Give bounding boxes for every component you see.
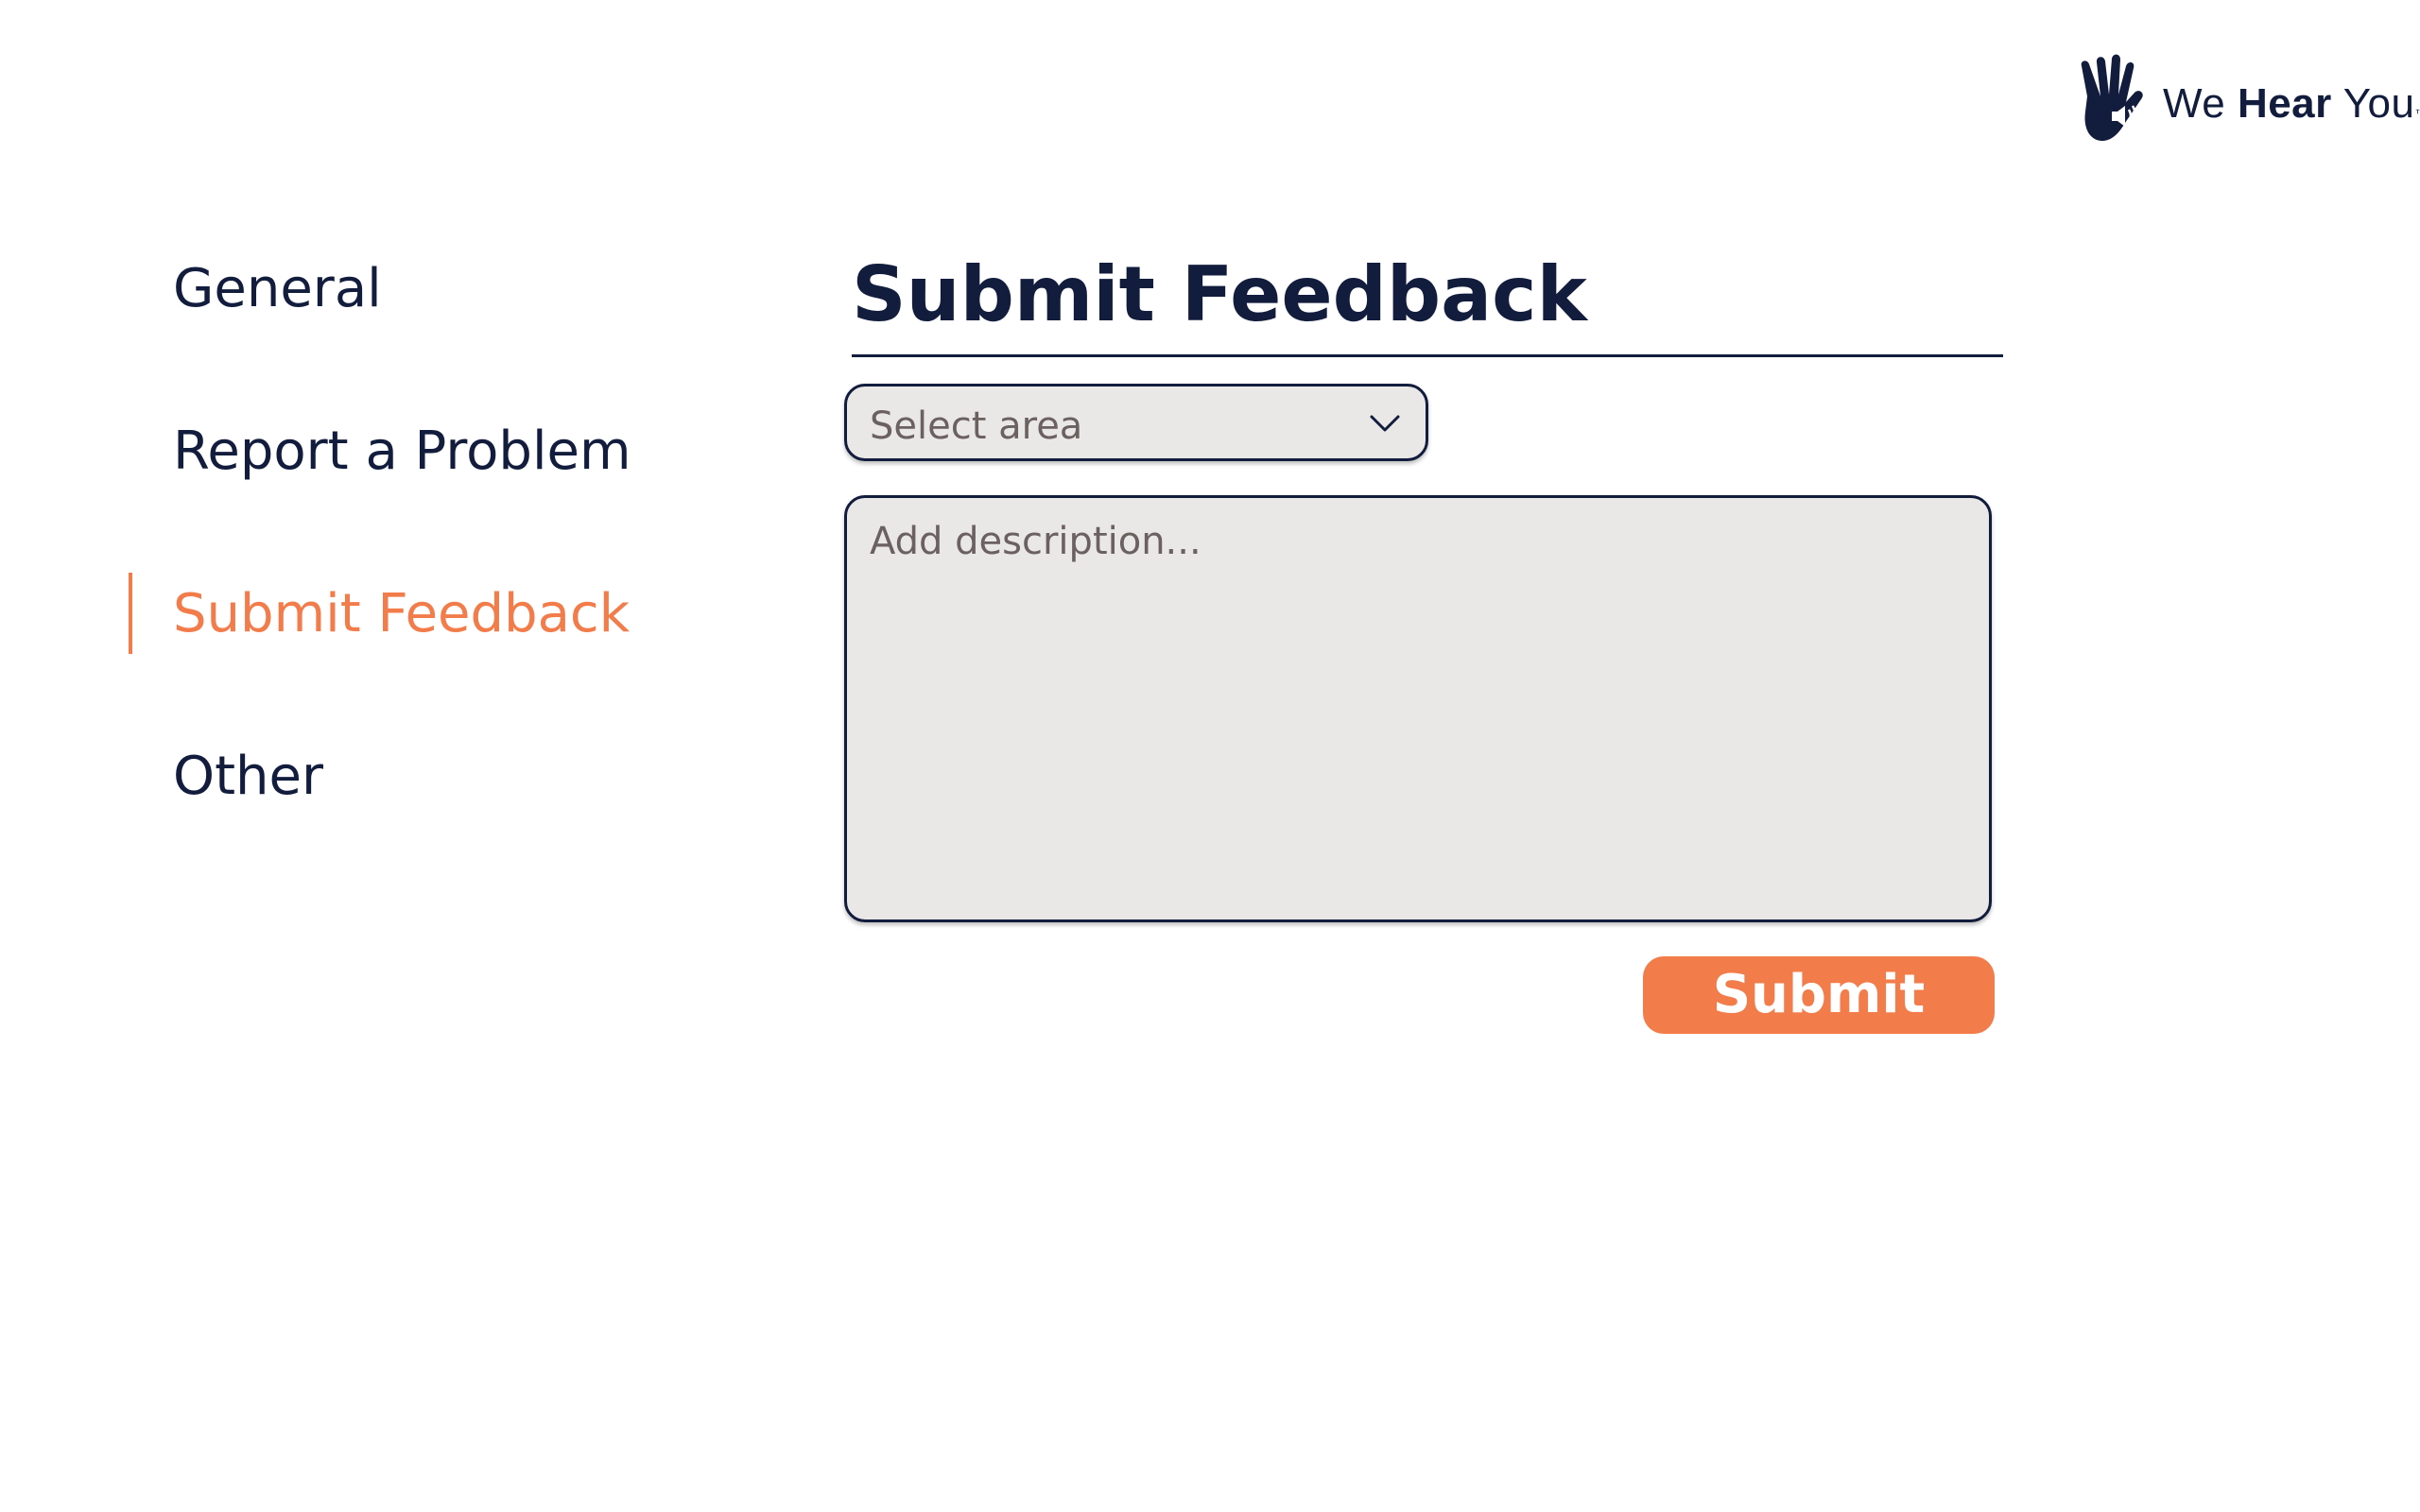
title-divider xyxy=(852,354,2003,357)
sidebar-item-submit-feedback[interactable]: Submit Feedback xyxy=(173,588,630,641)
description-textarea[interactable] xyxy=(844,495,1992,922)
page-title: Submit Feedback xyxy=(852,250,1587,338)
sidebar-item-general[interactable]: General xyxy=(173,263,382,316)
area-select-value: Select area xyxy=(870,404,1083,448)
brand-logo: We Hear You™ xyxy=(2076,53,2420,155)
chevron-down-icon xyxy=(1369,409,1401,441)
hand-speaker-icon xyxy=(2076,53,2155,155)
active-indicator xyxy=(129,573,132,654)
sidebar-item-other[interactable]: Other xyxy=(173,750,323,803)
submit-button[interactable]: Submit xyxy=(1643,956,1995,1034)
brand-name: We Hear You™ xyxy=(2163,80,2420,127)
feedback-page: We Hear You™ General Report a Problem Su… xyxy=(0,0,2420,1512)
area-select[interactable]: Select area xyxy=(844,384,1428,461)
sidebar-item-report-a-problem[interactable]: Report a Problem xyxy=(173,425,631,478)
